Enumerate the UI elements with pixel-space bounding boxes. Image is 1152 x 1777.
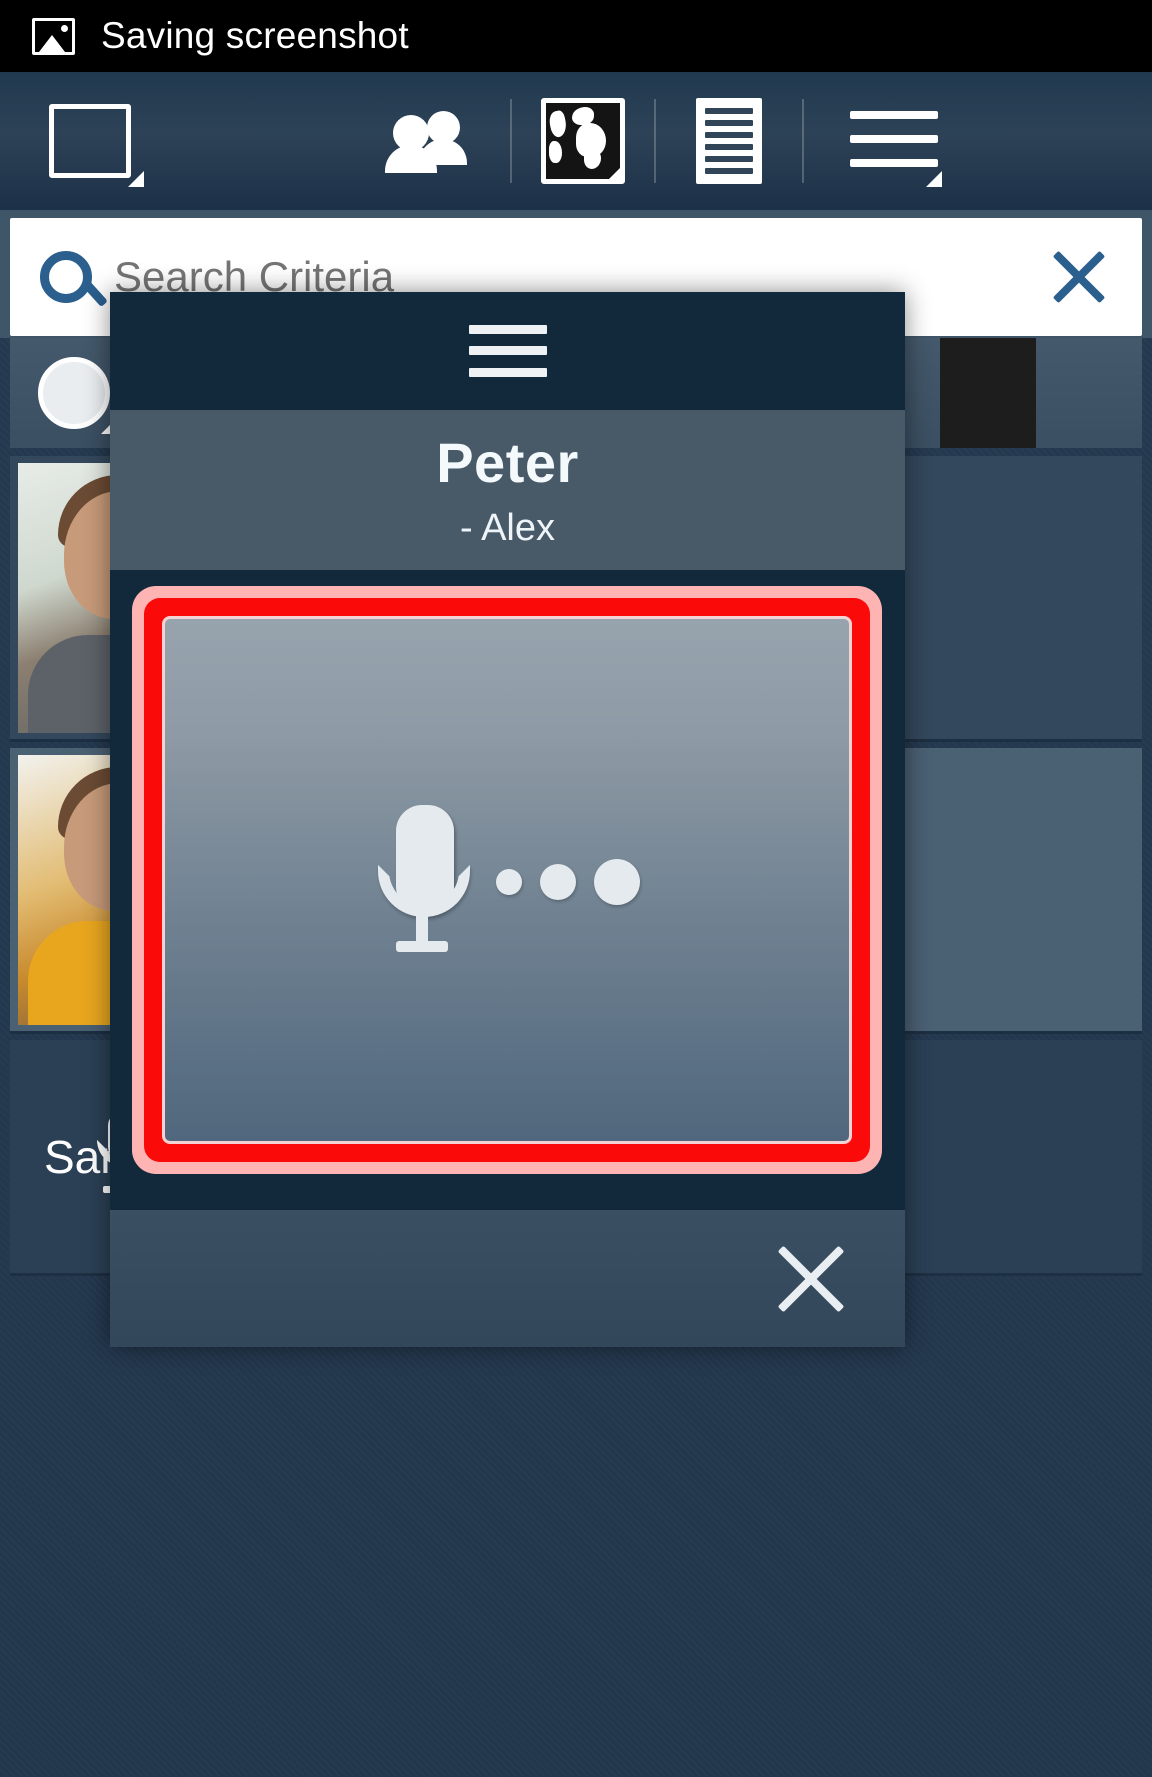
dialog-header [110, 292, 905, 410]
app-toolbar [0, 72, 1152, 210]
image-icon [32, 17, 75, 55]
magnifier-icon [40, 251, 92, 303]
screen-toggle-button[interactable] [0, 72, 180, 210]
recording-level-dots [496, 859, 640, 905]
dialog-title-block: Peter - Alex [110, 410, 905, 570]
contacts-button[interactable] [360, 72, 510, 210]
hamburger-menu-icon [850, 111, 942, 187]
circle-filter-icon[interactable] [38, 357, 117, 434]
status-message: Saving screenshot [101, 15, 409, 56]
document-lines-icon [696, 98, 762, 184]
corner-triangle-icon [926, 171, 942, 187]
recording-glow [132, 586, 882, 1174]
dialog-body [110, 570, 905, 1210]
app-screen: Saving screenshot Search Criteria Sam Pe… [0, 0, 1152, 1777]
status-bar: Saving screenshot [0, 0, 1152, 72]
microphone-icon [374, 805, 470, 955]
corner-triangle-icon [607, 166, 620, 179]
recording-dialog: Peter - Alex [110, 292, 905, 1347]
list-button[interactable] [656, 72, 802, 210]
page-title: Peter [436, 431, 579, 494]
hamburger-menu-icon[interactable] [468, 325, 547, 377]
corner-triangle-icon [128, 171, 144, 187]
side-tab[interactable] [940, 338, 1036, 448]
close-button[interactable] [775, 1243, 847, 1315]
recording-area[interactable] [162, 616, 852, 1144]
dialog-footer [110, 1210, 905, 1347]
menu-button[interactable] [804, 72, 984, 210]
square-icon [49, 104, 144, 187]
people-icon [385, 111, 477, 173]
map-button[interactable] [512, 72, 654, 210]
clear-search-button[interactable] [1052, 250, 1106, 304]
dialog-subtitle: - Alex [459, 507, 556, 549]
recording-border [144, 598, 870, 1162]
world-map-icon [541, 98, 625, 184]
